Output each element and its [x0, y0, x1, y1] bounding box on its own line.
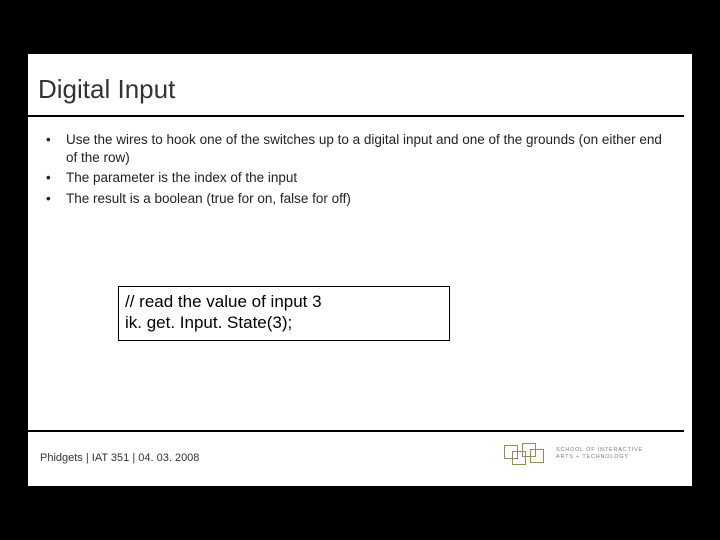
- logo-text-line: SCHOOL OF INTERACTIVE: [556, 447, 643, 454]
- bullet-text: Use the wires to hook one of the switche…: [66, 131, 664, 167]
- bullet-dot: •: [44, 131, 66, 167]
- bullet-dot: •: [44, 190, 66, 208]
- bullet-text: The result is a boolean (true for on, fa…: [66, 190, 664, 208]
- slide-title: Digital Input: [28, 54, 692, 115]
- logo-mark-icon: [502, 439, 548, 469]
- logo: SCHOOL OF INTERACTIVE ARTS + TECHNOLOGY: [502, 436, 682, 472]
- footer-text: Phidgets | IAT 351 | 04. 03. 2008: [40, 452, 199, 464]
- slide: Digital Input • Use the wires to hook on…: [28, 54, 692, 486]
- code-line: ik. get. Input. State(3);: [125, 312, 443, 333]
- list-item: • The parameter is the index of the inpu…: [44, 169, 664, 187]
- list-item: • The result is a boolean (true for on, …: [44, 190, 664, 208]
- list-item: • Use the wires to hook one of the switc…: [44, 131, 664, 167]
- logo-text-line: ARTS + TECHNOLOGY: [556, 454, 643, 461]
- bullet-dot: •: [44, 169, 66, 187]
- bullet-list: • Use the wires to hook one of the switc…: [28, 117, 692, 208]
- footer-divider: [28, 430, 684, 432]
- bullet-text: The parameter is the index of the input: [66, 169, 664, 187]
- code-box: // read the value of input 3 ik. get. In…: [118, 286, 450, 341]
- code-line: // read the value of input 3: [125, 291, 443, 312]
- logo-text: SCHOOL OF INTERACTIVE ARTS + TECHNOLOGY: [556, 447, 643, 461]
